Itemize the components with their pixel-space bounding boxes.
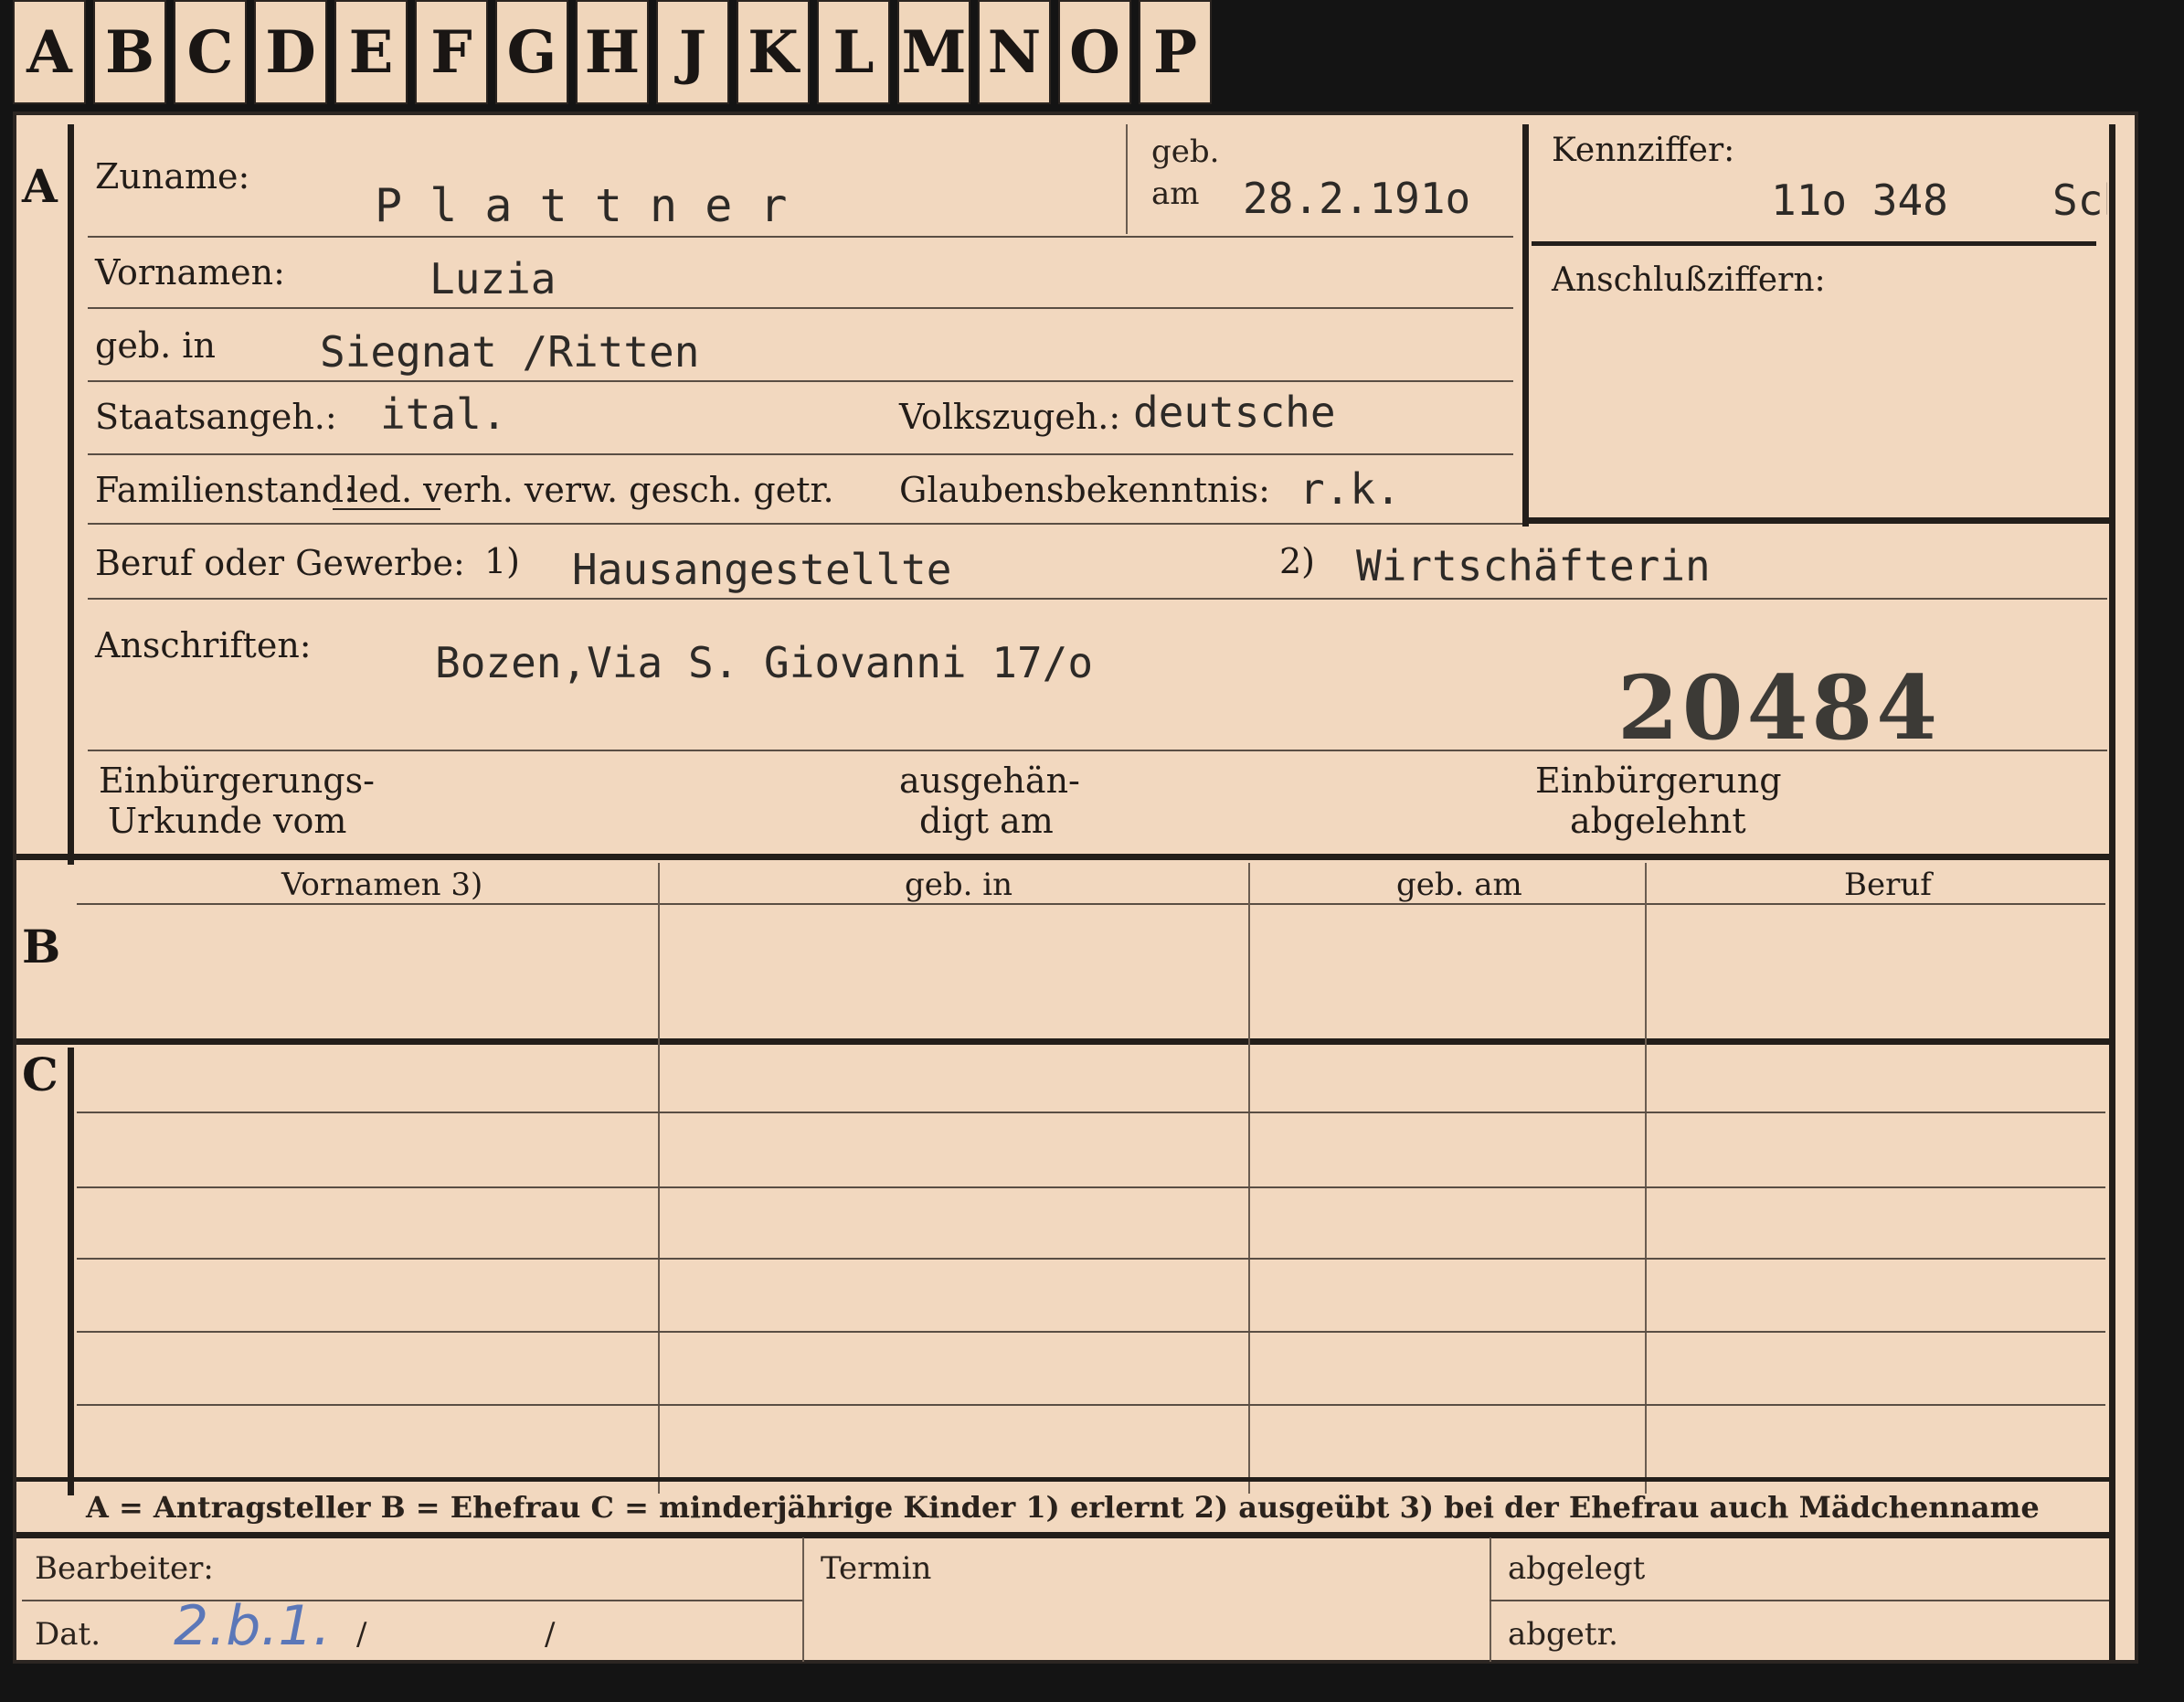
birthplace-value: Siegnat /Ritten (320, 327, 700, 377)
tab-g[interactable]: G (495, 0, 568, 104)
id-box-left-border (1522, 124, 1529, 527)
surname-label: Zuname: (95, 156, 250, 197)
tab-l[interactable]: L (817, 0, 890, 104)
code-value: 11o 348 (1771, 176, 1948, 225)
col-header-birth-date: geb. am (1396, 867, 1522, 903)
family-status-underline (333, 508, 440, 510)
section-a-marker: A (22, 159, 58, 213)
rule-12 (77, 1186, 2105, 1188)
filed-date-label: abgetr. (1508, 1616, 1618, 1653)
ethnicity-value: deutsche (1133, 388, 1336, 437)
rule-16 (16, 1477, 2109, 1482)
col-header-birthplace: geb. in (905, 867, 1013, 903)
vl-2 (1248, 863, 1250, 1494)
tab-a[interactable]: A (13, 0, 86, 104)
surname-value: P l a t t n e r (375, 179, 788, 232)
deadline-label: Termin (821, 1550, 932, 1587)
connection-codes-label: Anschlußziffern: (1552, 261, 1826, 299)
address-value: Bozen,Via S. Giovanni 17/o (435, 638, 1094, 687)
refused-label-2: abgelehnt (1570, 801, 1746, 841)
addresses-label: Anschriften: (95, 625, 312, 665)
tab-e[interactable]: E (334, 0, 408, 104)
code-label: Kennziffer: (1552, 132, 1735, 169)
rule-13 (77, 1258, 2105, 1260)
legend: A = Antragsteller B = Ehefrau C = minder… (86, 1490, 2040, 1525)
citizenship-label: Staatsangeh.: (95, 397, 337, 437)
rule-8 (88, 598, 2107, 600)
tab-n[interactable]: N (978, 0, 1051, 104)
born-label-1: geb. (1151, 133, 1220, 170)
rule (88, 236, 1513, 238)
born-label-2: am (1151, 176, 1200, 212)
rule-4 (88, 307, 1513, 309)
date-label: Dat. (35, 1616, 101, 1653)
section-a-bottom-rule (16, 854, 2109, 860)
card-right-border (2109, 124, 2115, 1660)
issued-label-2: digt am (919, 801, 1054, 841)
rule-18 (22, 1600, 802, 1601)
col-header-first-names: Vornamen 3) (281, 867, 483, 903)
section-a-rule (68, 124, 74, 865)
rule-2 (1532, 241, 2096, 246)
rule-10 (77, 903, 2105, 905)
family-status-options: led. verh. verw. gesch. getr. (347, 470, 834, 510)
rule-17 (16, 1532, 2109, 1538)
tab-b[interactable]: B (93, 0, 166, 104)
birth-date-divider (1126, 124, 1128, 234)
rule-6 (88, 453, 1513, 455)
filed-label: abgelegt (1508, 1550, 1646, 1587)
naturalization-certificate-label-2: Urkunde vom (108, 801, 347, 841)
first-names-label: Vornamen: (95, 252, 285, 293)
tab-d[interactable]: D (254, 0, 327, 104)
birth-date-value: 28.2.191o (1243, 174, 1471, 223)
tab-o[interactable]: O (1058, 0, 1131, 104)
tab-j[interactable]: J (656, 0, 729, 104)
religion-label: Glaubensbekenntnis: (899, 470, 1270, 510)
occupation-marker-1: 1) (484, 541, 521, 581)
section-c-marker: C (22, 1048, 58, 1101)
family-status-label: Familienstand: (95, 470, 355, 510)
tab-c[interactable]: C (174, 0, 247, 104)
tab-h[interactable]: H (576, 0, 649, 104)
occupation-label: Beruf oder Gewerbe: (95, 543, 465, 583)
file-number-stamp: 20484 (1617, 656, 1941, 760)
vl (658, 863, 660, 1494)
rule-7 (88, 523, 1522, 525)
refused-label-1: Einbürgerung (1535, 761, 1782, 801)
occupation-marker-2: 2) (1279, 541, 1316, 581)
section-b-bottom-rule (16, 1038, 2109, 1045)
birthplace-label: geb. in (95, 325, 216, 366)
code-suffix: Sch (2052, 176, 2107, 225)
rule-15 (77, 1404, 2105, 1406)
rule-11 (77, 1112, 2105, 1113)
clerk-label: Bearbeiter: (35, 1550, 214, 1587)
rule-19 (1490, 1600, 2109, 1601)
citizenship-value: ital. (380, 389, 507, 439)
issued-label-1: ausgehän- (899, 761, 1080, 801)
section-c-rule (68, 1048, 74, 1495)
occupation-learned-value: Hausangestellte (572, 545, 952, 594)
date-slash-2: / (545, 1616, 556, 1653)
rule-3 (1522, 517, 2111, 524)
tab-m[interactable]: M (897, 0, 970, 104)
rule-14 (77, 1331, 2105, 1333)
ethnicity-label: Volkszugeh.: (899, 397, 1121, 437)
first-names-value: Luzia (429, 254, 557, 303)
section-b-marker: B (22, 920, 61, 973)
vl-3 (1645, 863, 1647, 1494)
tab-f[interactable]: F (415, 0, 488, 104)
alphabet-tabs: A B C D E F G H J K L M N O P (13, 0, 1219, 112)
naturalization-certificate-label-1: Einbürgerungs- (99, 761, 375, 801)
col-header-occupation: Beruf (1844, 867, 1932, 903)
handwritten-date: 2.b.1. (174, 1594, 331, 1658)
registration-card: A B C Zuname: P l a t t n e r geb. am 28… (13, 112, 2138, 1664)
tab-k[interactable]: K (737, 0, 810, 104)
rule-5 (88, 380, 1513, 382)
vl-4 (802, 1537, 804, 1662)
occupation-practiced-value: Wirtschäfterin (1356, 541, 1711, 590)
rule-9 (88, 750, 2107, 751)
tab-p[interactable]: P (1139, 0, 1212, 104)
religion-value: r.k. (1299, 464, 1401, 514)
date-slash-1: / (356, 1616, 367, 1653)
